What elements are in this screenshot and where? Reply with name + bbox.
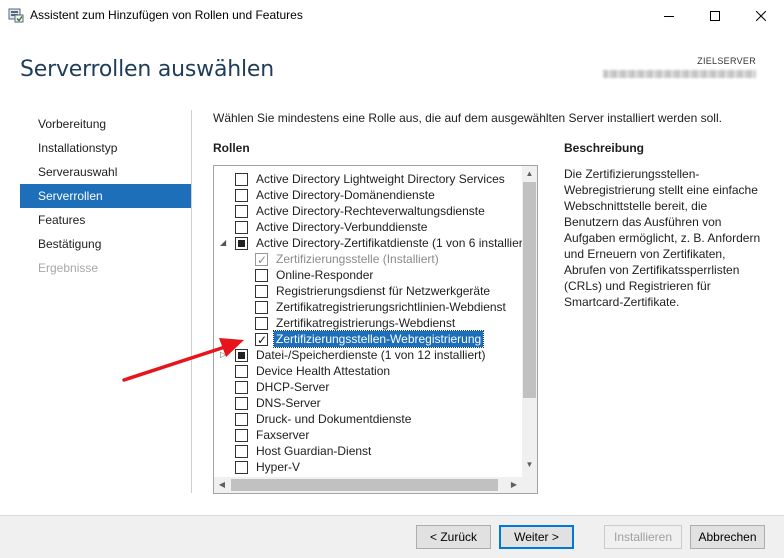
role-checkbox[interactable] [235, 173, 248, 186]
role-row[interactable]: Druck- und Dokumentdienste [214, 411, 522, 427]
role-label[interactable]: Hyper-V [256, 459, 300, 475]
role-label[interactable]: Datei-/Speicherdienste (1 von 12 install… [256, 347, 485, 363]
role-row[interactable]: DHCP-Server [214, 379, 522, 395]
collapse-arrow-icon[interactable]: ◢ [220, 239, 228, 247]
role-label[interactable]: Active Directory Lightweight Directory S… [256, 171, 505, 187]
role-checkbox[interactable] [235, 237, 248, 250]
window-title: Assistent zum Hinzufügen von Rollen und … [30, 8, 303, 22]
role-checkbox[interactable] [235, 397, 248, 410]
scroll-left-icon[interactable]: ◀ [214, 477, 230, 493]
close-button[interactable] [738, 0, 784, 31]
page-title: Serverrollen auswählen [20, 57, 274, 82]
role-label[interactable]: Zertifizierungsstellen-Webregistrierung [272, 330, 485, 348]
role-row[interactable]: Faxserver [214, 427, 522, 443]
roles-tree[interactable]: Active Directory Lightweight Directory S… [213, 165, 538, 494]
scroll-down-icon[interactable]: ▼ [522, 457, 537, 472]
role-checkbox[interactable] [235, 429, 248, 442]
role-checkbox[interactable] [235, 349, 248, 362]
role-checkbox[interactable] [255, 285, 268, 298]
scrollbar-corner [522, 477, 537, 493]
role-row[interactable]: ◢ Active Directory-Zertifikatdienste (1 v… [214, 235, 530, 251]
role-label[interactable]: Druck- und Dokumentdienste [256, 411, 411, 427]
description-header: Beschreibung [564, 141, 645, 155]
nav-item-0[interactable]: Vorbereitung [20, 112, 191, 136]
nav-item-4[interactable]: Features [20, 208, 191, 232]
role-checkbox[interactable] [255, 332, 268, 348]
role-label[interactable]: Active Directory-Zertifikatdienste (1 vo… [256, 235, 530, 251]
role-checkbox[interactable] [235, 221, 248, 234]
role-checkbox[interactable] [255, 269, 268, 282]
horizontal-scroll-thumb[interactable] [231, 479, 498, 491]
roles-vertical-scrollbar[interactable]: ▲ ▼ [522, 166, 537, 493]
role-label[interactable]: Zertifizierungsstelle (Installiert) [276, 251, 439, 267]
vertical-scroll-thumb[interactable] [523, 182, 536, 398]
role-label[interactable]: Zertifikatregistrierungs-Webdienst [276, 315, 455, 331]
role-row[interactable]: ▷ Datei-/Speicherdienste (1 von 12 instal… [214, 347, 522, 363]
role-row[interactable]: Active Directory-Verbunddienste [214, 219, 522, 235]
navigation-divider [191, 110, 192, 493]
role-label[interactable]: Host Guardian-Dienst [256, 443, 371, 459]
target-server-label: ZIELSERVER [697, 56, 756, 66]
role-label[interactable]: Device Health Attestation [256, 363, 390, 379]
role-label[interactable]: Online-Responder [276, 267, 373, 283]
close-icon [756, 10, 766, 21]
role-checkbox[interactable] [235, 413, 248, 426]
scroll-right-icon[interactable]: ▶ [506, 477, 522, 493]
nav-item-5[interactable]: Bestätigung [20, 232, 191, 256]
role-row[interactable]: Hyper-V [214, 459, 522, 475]
role-label[interactable]: DNS-Server [256, 395, 321, 411]
title-bar: Assistent zum Hinzufügen von Rollen und … [0, 0, 784, 31]
role-row[interactable]: Device Health Attestation [214, 363, 522, 379]
role-row[interactable]: Zertifizierungsstellen-Webregistrierung [214, 330, 522, 348]
role-label[interactable]: DHCP-Server [256, 379, 329, 395]
role-checkbox[interactable] [235, 189, 248, 202]
role-checkbox[interactable] [235, 365, 248, 378]
role-checkbox [255, 252, 268, 268]
role-row[interactable]: Zertifikatregistrierungsrichtlinien-Webd… [214, 299, 522, 315]
nav-item-1[interactable]: Installationstyp [20, 136, 191, 160]
wizard-navigation: Vorbereitung Installationstyp Serverauswah… [20, 112, 191, 280]
cancel-button[interactable]: Abbrechen [690, 525, 765, 549]
nav-item-3[interactable]: Serverrollen [20, 184, 191, 208]
role-row[interactable]: Active Directory-Rechteverwaltungsdienst… [214, 203, 522, 219]
next-button[interactable]: Weiter > [499, 525, 574, 549]
role-description: Die Zertifizierungsstellen-Webregistrier… [564, 167, 761, 309]
instruction-text: Wählen Sie mindestens eine Rolle aus, di… [213, 111, 722, 125]
install-button[interactable]: Installieren [604, 525, 682, 549]
server-manager-icon [8, 8, 24, 23]
role-checkbox[interactable] [255, 301, 268, 314]
back-button[interactable]: < Zurück [416, 525, 491, 549]
role-row[interactable]: Active Directory Lightweight Directory S… [214, 171, 522, 187]
role-checkbox[interactable] [235, 445, 248, 458]
roles-horizontal-scrollbar[interactable]: ◀ ▶ [214, 477, 522, 493]
role-checkbox[interactable] [235, 381, 248, 394]
role-row[interactable]: DNS-Server [214, 395, 522, 411]
maximize-button[interactable] [692, 0, 738, 31]
role-row[interactable]: Host Guardian-Dienst [214, 443, 522, 459]
role-row[interactable]: Registrierungsdienst für Netzwerkgeräte [214, 283, 522, 299]
maximize-icon [710, 10, 720, 21]
role-checkbox[interactable] [235, 205, 248, 218]
role-checkbox[interactable] [255, 317, 268, 330]
roles-header: Rollen [213, 141, 250, 155]
role-label[interactable]: Zertifikatregistrierungsrichtlinien-Webd… [276, 299, 506, 315]
scroll-up-icon[interactable]: ▲ [522, 166, 537, 181]
target-server-name-redacted [603, 70, 756, 78]
role-row[interactable]: Zertifizierungsstelle (Installiert) [214, 251, 522, 268]
role-row[interactable]: Active Directory-Domänendienste [214, 187, 522, 203]
nav-item-6: Ergebnisse [38, 261, 99, 275]
role-label[interactable]: Faxserver [256, 427, 309, 443]
role-checkbox[interactable] [235, 461, 248, 474]
role-row[interactable]: Zertifikatregistrierungs-Webdienst [214, 315, 522, 331]
role-label[interactable]: Active Directory-Domänendienste [256, 187, 435, 203]
role-row[interactable]: Online-Responder [214, 267, 522, 283]
expand-arrow-icon[interactable]: ▷ [220, 351, 228, 359]
role-label[interactable]: Active Directory-Rechteverwaltungsdienst… [256, 203, 485, 219]
nav-item-2[interactable]: Serverauswahl [20, 160, 191, 184]
minimize-button[interactable] [646, 0, 692, 31]
role-label[interactable]: Active Directory-Verbunddienste [256, 219, 427, 235]
minimize-icon [664, 15, 674, 17]
role-label[interactable]: Registrierungsdienst für Netzwerkgeräte [276, 283, 490, 299]
